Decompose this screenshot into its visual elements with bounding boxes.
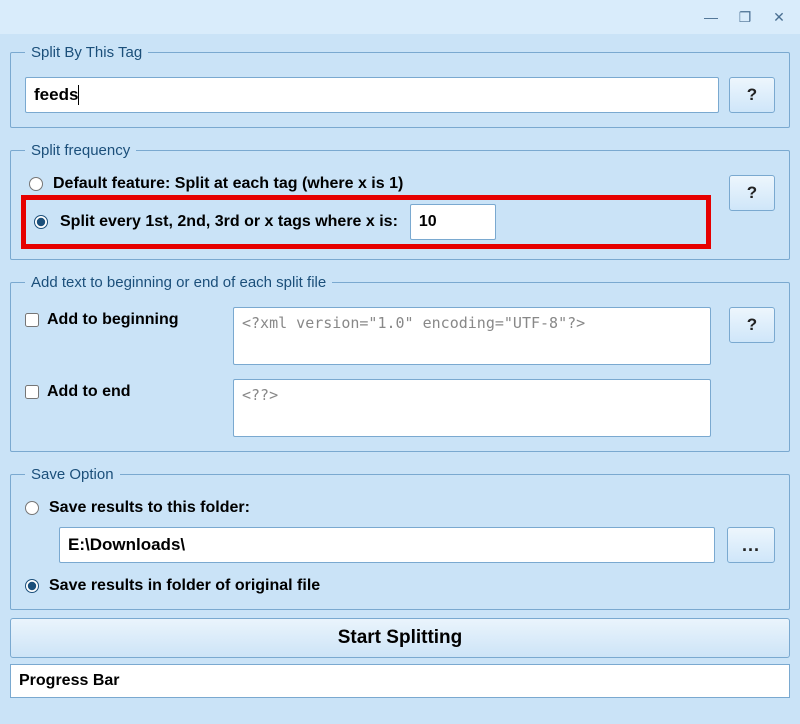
radio-save-to-folder[interactable] [25, 501, 39, 515]
browse-folder-button[interactable]: ... [727, 527, 775, 563]
radio-split-every-x-label: Split every 1st, 2nd, 3rd or x tags wher… [60, 213, 398, 231]
split-frequency-help-button[interactable]: ? [729, 175, 775, 211]
check-add-to-end[interactable] [25, 385, 39, 399]
restore-button[interactable]: ❐ [732, 6, 758, 28]
split-every-x-input[interactable] [410, 204, 496, 240]
textarea-add-to-end[interactable] [233, 379, 711, 437]
start-splitting-button[interactable]: Start Splitting [10, 618, 790, 658]
titlebar: — ❐ ✕ [0, 0, 800, 34]
group-save-option: Save Option Save results to this folder:… [10, 466, 790, 610]
group-split-frequency-legend: Split frequency [25, 142, 136, 159]
progress-bar-label: Progress Bar [19, 672, 120, 690]
highlight-box: Split every 1st, 2nd, 3rd or x tags wher… [21, 195, 711, 249]
text-caret [78, 85, 79, 105]
group-save-option-legend: Save Option [25, 466, 120, 483]
group-split-by-tag-legend: Split By This Tag [25, 44, 148, 61]
add-text-help-button[interactable]: ? [729, 307, 775, 343]
group-split-frequency: Split frequency Default feature: Split a… [10, 142, 790, 260]
split-tag-help-button[interactable]: ? [729, 77, 775, 113]
radio-save-original-folder-label: Save results in folder of original file [49, 577, 320, 595]
radio-save-to-folder-label: Save results to this folder: [49, 499, 250, 517]
check-add-to-end-label: Add to end [47, 383, 131, 401]
group-add-text: Add text to beginning or end of each spl… [10, 274, 790, 452]
group-split-by-tag: Split By This Tag feeds ? [10, 44, 790, 128]
progress-bar: Progress Bar [10, 664, 790, 698]
split-tag-input[interactable]: feeds [25, 77, 719, 113]
save-folder-input[interactable] [59, 527, 715, 563]
radio-split-default-label: Default feature: Split at each tag (wher… [53, 175, 403, 193]
check-add-to-beginning-label: Add to beginning [47, 311, 179, 329]
radio-split-default[interactable] [29, 177, 43, 191]
client-area: Split By This Tag feeds ? Split frequenc… [0, 34, 800, 702]
minimize-button[interactable]: — [698, 6, 724, 28]
close-button[interactable]: ✕ [766, 6, 792, 28]
radio-save-original-folder[interactable] [25, 579, 39, 593]
split-tag-input-value: feeds [34, 85, 78, 105]
textarea-add-to-beginning[interactable] [233, 307, 711, 365]
radio-split-every-x[interactable] [34, 215, 48, 229]
check-add-to-beginning[interactable] [25, 313, 39, 327]
group-add-text-legend: Add text to beginning or end of each spl… [25, 274, 332, 291]
